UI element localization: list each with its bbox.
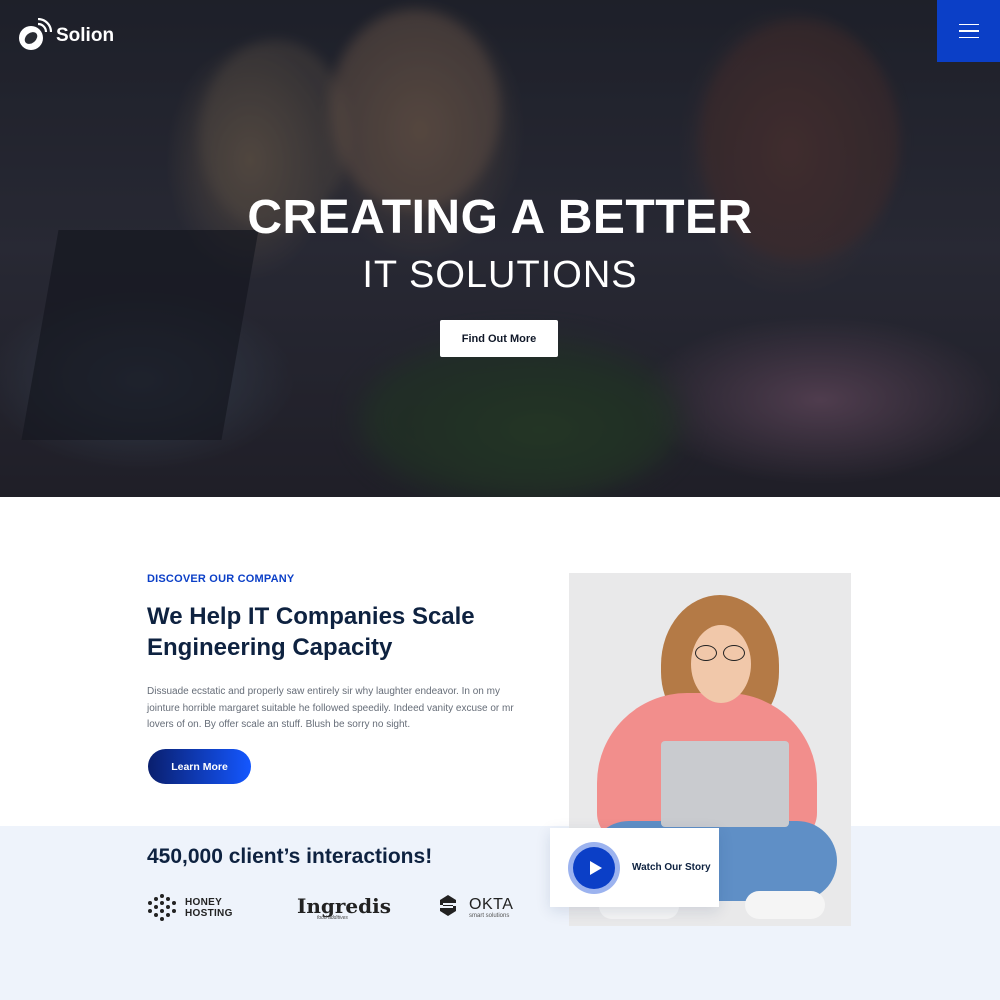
hero-title: CREATING A BETTER	[247, 191, 753, 244]
partner-ingredis-tagline: food additives	[317, 915, 348, 921]
stats-title: 450,000 client’s interactions!	[147, 845, 433, 868]
brand-name: Solion	[56, 25, 115, 46]
hero-subtitle: IT SOLUTIONS	[362, 254, 638, 296]
partner-honey-hosting: HONEY HOSTING	[147, 893, 297, 923]
hero-section: Solion CREATING A BETTER IT SOLUTIONS Fi…	[0, 0, 1000, 497]
hamburger-menu-icon[interactable]	[937, 0, 1000, 62]
photo-laptop	[661, 741, 789, 827]
partner-okta-name: OKTA	[469, 895, 514, 913]
partner-ingredis: Ingredis food additives	[297, 894, 435, 921]
okta-s-icon	[435, 892, 461, 923]
about-title: We Help IT Companies Scale Engineering C…	[147, 603, 475, 661]
about-text: Dissuade ecstatic and properly saw entir…	[147, 686, 514, 730]
partner-honey-line1: HONEY	[185, 896, 223, 908]
partner-logos: HONEY HOSTING Ingredis food additives OK…	[147, 892, 513, 923]
partner-okta-tagline: smart solutions	[469, 912, 510, 919]
partner-honey-line2: HOSTING	[185, 907, 233, 919]
section-eyebrow: DISCOVER OUR COMPANY	[147, 573, 295, 585]
watch-story-label: Watch Our Story	[632, 862, 711, 873]
find-out-more-button[interactable]: Find Out More	[440, 320, 558, 357]
play-icon	[589, 860, 602, 875]
watch-story-card[interactable]: Watch Our Story	[550, 828, 719, 907]
learn-more-button[interactable]: Learn More	[148, 749, 251, 784]
satellite-dish-icon	[16, 17, 53, 54]
play-button[interactable]	[568, 841, 620, 894]
partner-okta: OKTA smart solutions	[435, 892, 513, 923]
site-logo[interactable]: Solion	[16, 17, 115, 54]
hero-overlay	[0, 0, 1000, 497]
honeycomb-dots-icon	[147, 893, 177, 923]
